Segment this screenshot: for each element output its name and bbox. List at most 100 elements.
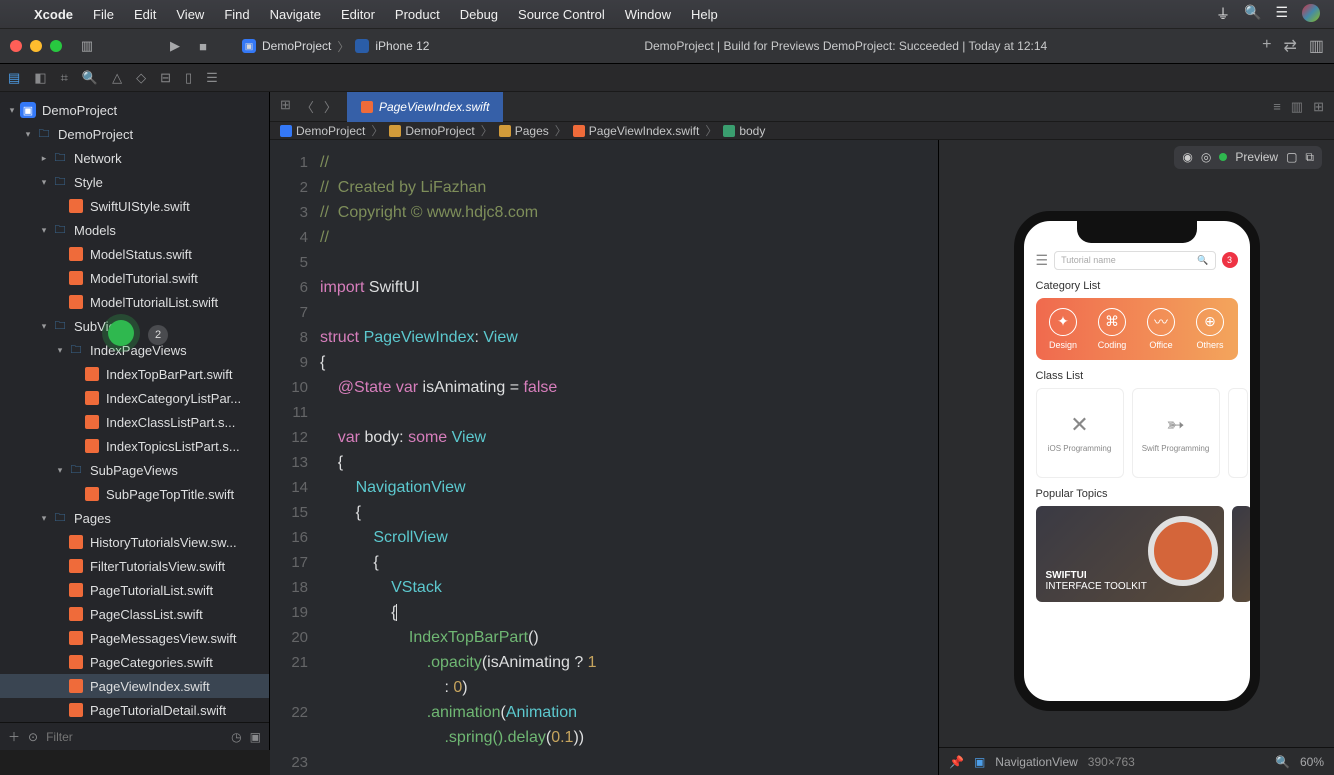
nav-back-icon[interactable]: 〈 — [301, 97, 314, 116]
tree-file-filter[interactable]: FilterTutorialsView.swift — [0, 554, 269, 578]
project-navigator-icon[interactable]: ▤ — [8, 70, 20, 86]
tree-label: FilterTutorialsView.swift — [90, 559, 225, 574]
library-icon[interactable]: + — [1262, 36, 1271, 56]
zoom-icon[interactable]: 🔍 — [1275, 755, 1290, 769]
tree-folder-network[interactable]: ▸🗀Network — [0, 146, 269, 170]
source-control-navigator-icon[interactable]: ◧ — [34, 70, 46, 86]
scm-filter-icon[interactable]: ▣ — [250, 730, 261, 744]
tree-folder-subpageviews[interactable]: ▾🗀SubPageViews — [0, 458, 269, 482]
minimize-window-button[interactable] — [30, 40, 42, 52]
menu-source-control[interactable]: Source Control — [518, 7, 605, 22]
tree-file-pageclasslist[interactable]: PageClassList.swift — [0, 602, 269, 626]
tree-file-history[interactable]: HistoryTutorialsView.sw... — [0, 530, 269, 554]
menu-navigate[interactable]: Navigate — [270, 7, 321, 22]
spotlight-icon[interactable]: 🔍 — [1244, 4, 1261, 24]
code-review-icon[interactable]: ⇄ — [1283, 36, 1296, 56]
add-editor-icon[interactable]: ⊞ — [1313, 99, 1324, 115]
tree-file-indexcategory[interactable]: IndexCategoryListPar... — [0, 386, 269, 410]
navigator-filter-bar: ＋ ⊙ ◷ ▣ — [0, 722, 269, 750]
nav-forward-icon[interactable]: 〉 — [324, 97, 337, 116]
menu-help[interactable]: Help — [691, 7, 718, 22]
class-label: iOS Programming — [1048, 444, 1112, 453]
adjust-editor-icon[interactable]: ▥ — [1291, 99, 1303, 115]
menu-view[interactable]: View — [176, 7, 204, 22]
category-others[interactable]: ⊕Others — [1187, 308, 1234, 350]
add-icon[interactable]: ＋ — [8, 728, 20, 745]
report-navigator-icon[interactable]: ☰ — [206, 70, 218, 86]
class-ios[interactable]: ✕iOS Programming — [1036, 388, 1124, 478]
tree-file-indexclass[interactable]: IndexClassListPart.s... — [0, 410, 269, 434]
toggle-navigator-icon[interactable]: ▥ — [78, 37, 96, 55]
close-window-button[interactable] — [10, 40, 22, 52]
issue-navigator-icon[interactable]: △ — [112, 70, 122, 86]
category-office[interactable]: 〰Office — [1138, 308, 1185, 350]
scheme-device-label: iPhone 12 — [375, 39, 429, 53]
tree-file-pagetutlist[interactable]: PageTutorialList.swift — [0, 578, 269, 602]
filter-scope-icon[interactable]: ⊙ — [28, 730, 38, 744]
menu-editor[interactable]: Editor — [341, 7, 375, 22]
menu-app[interactable]: Xcode — [34, 7, 73, 22]
zoom-window-button[interactable] — [50, 40, 62, 52]
tree-file-modelstatus[interactable]: ModelStatus.swift — [0, 242, 269, 266]
filter-input[interactable] — [46, 730, 223, 744]
tree-folder-demoproject[interactable]: ▾🗀DemoProject — [0, 122, 269, 146]
breakpoint-navigator-icon[interactable]: ▯ — [185, 70, 192, 86]
scheme-selector[interactable]: ▣ DemoProject 〉 iPhone 12 — [242, 38, 429, 55]
tree-folder-indexpageviews[interactable]: ▾🗀IndexPageViews — [0, 338, 269, 362]
tree-file-swiftuistyle[interactable]: SwiftUIStyle.swift — [0, 194, 269, 218]
recent-icon[interactable]: ◷ — [231, 730, 241, 744]
menu-debug[interactable]: Debug — [460, 7, 498, 22]
notification-badge[interactable]: 3 — [1222, 252, 1238, 268]
debug-navigator-icon[interactable]: ⊟ — [160, 70, 171, 86]
tree-file-modeltutoriallist[interactable]: ModelTutorialList.swift — [0, 290, 269, 314]
related-items-icon[interactable]: ⊞ — [280, 97, 291, 116]
source-editor[interactable]: 1234567891011121314151617181920212223 //… — [270, 140, 938, 775]
tree-file-subpagetop[interactable]: SubPageTopTitle.swift — [0, 482, 269, 506]
zoom-level[interactable]: 60% — [1300, 755, 1324, 769]
tree-file-pagemessages[interactable]: PageMessagesView.swift — [0, 626, 269, 650]
search-input[interactable]: Tutorial name🔍 — [1054, 251, 1215, 270]
tree-folder-pages[interactable]: ▾🗀Pages — [0, 506, 269, 530]
device-icon[interactable]: ▢ — [1286, 150, 1297, 164]
wifi-icon[interactable]: ⏚ — [1216, 4, 1230, 24]
device-preview[interactable]: ☰ Tutorial name🔍 3 Category List ✦Design… — [1014, 211, 1260, 711]
control-center-icon[interactable]: ☰ — [1275, 4, 1288, 24]
menu-find[interactable]: Find — [224, 7, 249, 22]
class-swift[interactable]: ➳Swift Programming — [1132, 388, 1220, 478]
editor-tab[interactable]: PageViewIndex.swift — [347, 92, 504, 122]
category-design[interactable]: ✦Design — [1040, 308, 1087, 350]
category-title: Category List — [1036, 280, 1238, 292]
live-icon[interactable]: ◉ — [1182, 150, 1192, 164]
tree-folder-style[interactable]: ▾🗀Style — [0, 170, 269, 194]
menu-file[interactable]: File — [93, 7, 114, 22]
inspect-icon[interactable]: ◎ — [1201, 150, 1211, 164]
menu-window[interactable]: Window — [625, 7, 671, 22]
user-avatar-icon[interactable] — [1302, 4, 1320, 22]
symbol-navigator-icon[interactable]: ⌗ — [61, 70, 68, 86]
tree-root[interactable]: ▾▣DemoProject — [0, 98, 269, 122]
tree-file-pagecategories[interactable]: PageCategories.swift — [0, 650, 269, 674]
stop-icon[interactable]: ■ — [194, 37, 212, 55]
topic-card[interactable]: SWIFTUIINTERFACE TOOLKIT — [1036, 506, 1224, 602]
class-more[interactable] — [1228, 388, 1248, 478]
tree-file-pagetutdetail[interactable]: PageTutorialDetail.swift — [0, 698, 269, 722]
menu-edit[interactable]: Edit — [134, 7, 156, 22]
test-navigator-icon[interactable]: ◇ — [136, 70, 146, 86]
tree-folder-subviews[interactable]: ▾🗀SubViews — [0, 314, 269, 338]
tree-file-modeltutorial[interactable]: ModelTutorial.swift — [0, 266, 269, 290]
menu-product[interactable]: Product — [395, 7, 440, 22]
tree-file-indextopics[interactable]: IndexTopicsListPart.s... — [0, 434, 269, 458]
run-icon[interactable]: ▶ — [166, 37, 184, 55]
minimap-icon[interactable]: ≡ — [1273, 99, 1281, 115]
tree-file-pageviewindex[interactable]: PageViewIndex.swift — [0, 674, 269, 698]
tree-file-indextopbar[interactable]: IndexTopBarPart.swift — [0, 362, 269, 386]
pin-icon[interactable]: 📌 — [949, 755, 964, 769]
jump-bar[interactable]: DemoProject〉 DemoProject〉 Pages〉 PageVie… — [270, 122, 1334, 140]
toggle-inspector-icon[interactable]: ▥ — [1309, 36, 1324, 56]
category-coding[interactable]: ⌘Coding — [1089, 308, 1136, 350]
topic-card-next[interactable] — [1232, 506, 1252, 602]
duplicate-preview-icon[interactable]: ⧉ — [1305, 150, 1314, 165]
find-navigator-icon[interactable]: 🔍 — [82, 70, 98, 86]
tree-folder-models[interactable]: ▾🗀Models — [0, 218, 269, 242]
menu-icon[interactable]: ☰ — [1036, 252, 1049, 269]
